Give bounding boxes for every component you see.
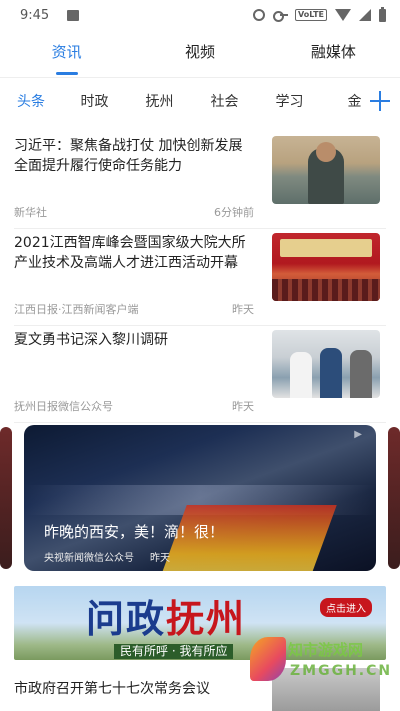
tab-video[interactable]: 视频 bbox=[133, 30, 266, 77]
news-item[interactable]: 习近平：聚焦备战打仗 加快创新发展 全面提升履行使命任务能力 新华社 6分钟前 bbox=[14, 132, 386, 229]
channel-tabs: 头条 时政 抚州 社会 学习 金 bbox=[0, 79, 400, 123]
news-thumbnail bbox=[272, 233, 380, 301]
news-thumbnail bbox=[272, 136, 380, 204]
status-bar: 9:45 VoLTE bbox=[0, 0, 400, 30]
news-item[interactable]: 2021江西智库峰会暨国家级大院大所产业技术及高端人才进江西活动开幕 江西日报·… bbox=[14, 229, 386, 326]
news-thumbnail bbox=[272, 330, 380, 398]
banner-subtitle: 民有所呼 · 我有所应 bbox=[114, 644, 234, 659]
video-card[interactable]: ▶ 昨晚的西安，美！滴！很！ 央视新闻微信公众号 昨天 bbox=[24, 425, 376, 571]
volte-badge: VoLTE bbox=[295, 9, 327, 21]
channel-fuzhou[interactable]: 抚州 bbox=[127, 91, 192, 111]
news-title: 夏文勇书记深入黎川调研 bbox=[14, 332, 168, 348]
channel-logo-icon: ▶ bbox=[354, 429, 362, 440]
main-tabs: 资讯 视频 融媒体 bbox=[0, 30, 400, 78]
battery-icon bbox=[379, 6, 386, 22]
watermark-logo-icon bbox=[250, 637, 286, 681]
banner-title-red: 抚州 bbox=[166, 596, 247, 641]
video-time: 昨天 bbox=[150, 553, 170, 564]
channel-study[interactable]: 学习 bbox=[257, 91, 322, 111]
video-carousel[interactable]: ▶ 昨晚的西安，美！滴！很！ 央视新闻微信公众号 昨天 bbox=[0, 423, 400, 573]
news-time: 昨天 bbox=[232, 400, 254, 413]
signal-icon bbox=[359, 9, 371, 21]
image-icon bbox=[67, 9, 80, 21]
watermark-line2: ZMGGH.CN bbox=[290, 663, 393, 679]
channel-more-partial[interactable]: 金 bbox=[322, 91, 362, 111]
banner-enter-button[interactable]: 点击进入 bbox=[320, 598, 372, 617]
wifi-icon bbox=[335, 9, 351, 21]
tab-news[interactable]: 资讯 bbox=[0, 30, 133, 77]
carousel-prev-card[interactable] bbox=[0, 427, 12, 569]
watermark-line1: 知市游戏网 bbox=[288, 641, 364, 659]
carousel-next-card[interactable] bbox=[388, 427, 400, 569]
video-title: 昨晚的西安，美！滴！很！ bbox=[44, 523, 225, 541]
add-channel-icon[interactable] bbox=[368, 89, 392, 113]
channel-list: 头条 时政 抚州 社会 学习 金 bbox=[0, 91, 362, 111]
site-watermark: 知市游戏网 ZMGGH.CN bbox=[250, 627, 390, 691]
news-title: 习近平：聚焦备战打仗 加快创新发展 全面提升履行使命任务能力 bbox=[14, 138, 243, 174]
channel-headlines[interactable]: 头条 bbox=[0, 91, 62, 111]
news-time: 昨天 bbox=[232, 303, 254, 316]
news-title: 2021江西智库峰会暨国家级大院大所产业技术及高端人才进江西活动开幕 bbox=[14, 235, 246, 271]
alarm-icon bbox=[253, 9, 266, 21]
tab-media[interactable]: 融媒体 bbox=[267, 30, 400, 77]
banner-title: 问政抚州 bbox=[86, 588, 246, 643]
status-time: 9:45 bbox=[20, 7, 50, 23]
channel-society[interactable]: 社会 bbox=[192, 91, 257, 111]
banner-title-blue: 问政 bbox=[86, 596, 167, 641]
video-source: 央视新闻微信公众号 bbox=[44, 553, 134, 564]
channel-politics[interactable]: 时政 bbox=[62, 91, 127, 111]
news-item[interactable]: 夏文勇书记深入黎川调研 抚州日报微信公众号 昨天 bbox=[14, 326, 386, 423]
news-time: 6分钟前 bbox=[214, 206, 254, 219]
news-title[interactable]: 市政府召开第七十七次常务会议 bbox=[14, 678, 210, 698]
key-icon bbox=[273, 11, 289, 22]
